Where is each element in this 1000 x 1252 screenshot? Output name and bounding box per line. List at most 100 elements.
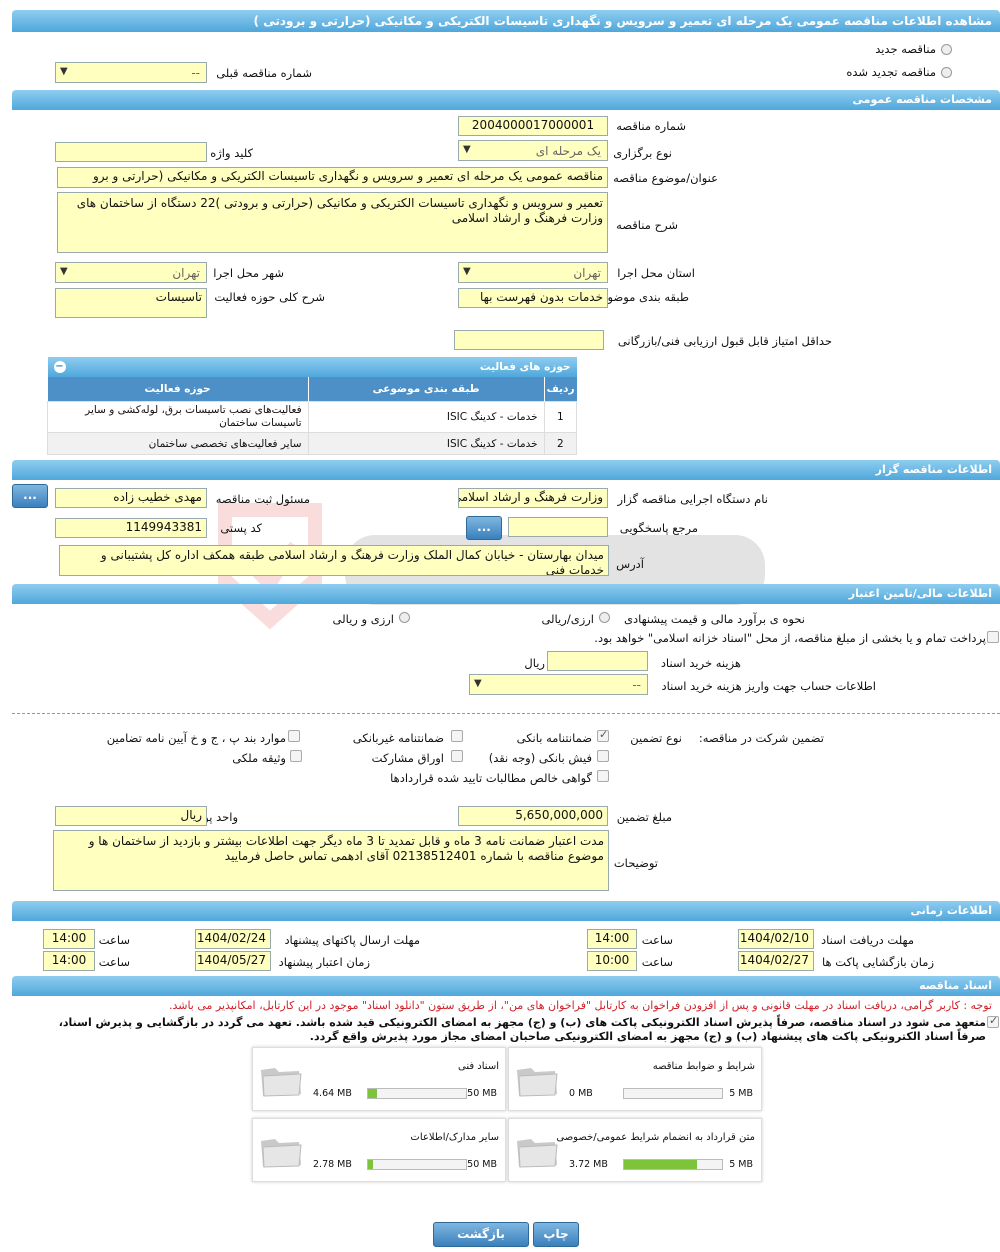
currency-field: ریال xyxy=(55,806,207,826)
send-time: 14:00 xyxy=(43,929,95,949)
treasury-checkbox[interactable] xyxy=(987,631,999,643)
receive-label: مهلت دریافت اسناد xyxy=(821,933,914,947)
province-label: استان محل اجرا xyxy=(617,266,695,280)
document-card[interactable]: متن قرارداد به انضمام شرایط عمومی/خصوصی … xyxy=(508,1118,762,1182)
document-card[interactable]: سایر مدارک/اطلاعات 2.78 MB 50 MB xyxy=(252,1118,506,1182)
city-select[interactable]: تهران ▼ xyxy=(55,262,207,283)
reference-field xyxy=(508,517,608,537)
commitment-text-1: متعهد می شود در اسناد مناقصه، صرفاً پذیر… xyxy=(58,1016,986,1029)
commitment-checkbox[interactable] xyxy=(987,1014,999,1028)
rules-checkbox[interactable] xyxy=(288,730,300,742)
nonbank-guarantee-label: ضمانتنامه غیربانکی xyxy=(352,731,444,745)
description-label: شرح مناقصه xyxy=(616,218,678,232)
property-checkbox[interactable] xyxy=(290,750,302,762)
account-label: اطلاعات حساب جهت واریز هزینه خرید اسناد xyxy=(661,679,876,693)
col-category: طبقه بندی موضوعی xyxy=(307,377,545,402)
folder-icon xyxy=(517,1068,558,1097)
table-row: 2 خدمات - کدینگ ISIC سایر فعالیت‌های تخص… xyxy=(47,432,578,455)
province-select[interactable]: تهران ▼ xyxy=(458,262,608,283)
postal-label: کد پستی xyxy=(220,521,262,535)
document-card[interactable]: اسناد فنی 4.64 MB 50 MB xyxy=(252,1047,506,1111)
reference-more-button[interactable]: ... xyxy=(466,516,502,540)
org-field: وزارت فرهنگ و ارشاد اسلامی xyxy=(458,488,608,508)
document-name: سایر مدارک/اطلاعات xyxy=(410,1132,499,1143)
description-field: تعمیر و سرویس و نگهداری تاسیسات الکتریکی… xyxy=(57,192,608,253)
doc-fee-field xyxy=(547,651,648,671)
row-field: فعالیت‌های نصب تاسیسات برق، لوله‌کشی و س… xyxy=(47,401,309,433)
activity-table: حوزه های فعالیت − ردیف طبقه بندی موضوعی … xyxy=(47,357,578,455)
keyword-field[interactable] xyxy=(55,142,207,162)
print-button[interactable]: چاپ xyxy=(533,1222,579,1247)
document-progress xyxy=(623,1159,723,1170)
subject-label: عنوان/موضوع مناقصه xyxy=(613,171,718,185)
document-max: 50 MB xyxy=(467,1159,497,1170)
org-label: نام دستگاه اجرایی مناقصه گزار xyxy=(617,492,768,506)
postal-field: 1149943381 xyxy=(55,518,207,538)
address-label: آدرس xyxy=(616,557,644,571)
document-progress xyxy=(367,1159,467,1170)
holding-type-select[interactable]: یک مرحله ای ▼ xyxy=(458,140,608,161)
document-size: 3.72 MB xyxy=(569,1159,608,1170)
row-no: 2 xyxy=(543,432,578,455)
cheque-label: فیش بانکی (وجه نقد) xyxy=(488,751,592,765)
new-tender-radio[interactable] xyxy=(941,44,952,55)
validity-date: 1404/05/27 xyxy=(195,951,271,971)
previous-tender-label: شماره مناقصه قبلی xyxy=(216,66,312,80)
back-button[interactable]: بازگشت xyxy=(433,1222,529,1247)
reference-label: مرجع پاسخگویی xyxy=(619,521,698,535)
claims-checkbox[interactable] xyxy=(597,770,609,782)
bonds-label: اوراق مشارکت xyxy=(371,751,444,765)
doc-fee-unit: ریال xyxy=(524,656,545,670)
subject-field: مناقصه عمومی یک مرحله ای تعمیر و سرویس و… xyxy=(57,167,608,188)
open-label: زمان بازگشایی پاکت ها xyxy=(822,955,934,969)
document-size: 0 MB xyxy=(569,1088,593,1099)
bonds-checkbox[interactable] xyxy=(451,750,463,762)
officer-field: مهدی خطیب زاده xyxy=(55,488,207,508)
chevron-down-icon: ▼ xyxy=(474,678,482,689)
section-timing: اطلاعات زمانی xyxy=(12,901,1000,921)
document-max: 5 MB xyxy=(729,1088,753,1099)
col-row: ردیف xyxy=(543,377,577,402)
document-name: اسناد فنی xyxy=(458,1061,499,1072)
open-time: 10:00 xyxy=(587,951,637,971)
keyword-label: کلید واژه xyxy=(210,146,253,160)
renewed-tender-label: مناقصه تجدید شده xyxy=(846,65,936,79)
chevron-down-icon: ▼ xyxy=(463,266,471,277)
fx-rial-radio-label: ارزی و ریالی xyxy=(332,612,394,626)
col-field: حوزه فعالیت xyxy=(144,383,211,395)
validity-label: زمان اعتبار پیشنهاد xyxy=(278,955,370,969)
document-size: 2.78 MB xyxy=(313,1159,352,1170)
collapse-icon[interactable]: − xyxy=(53,361,66,373)
cheque-checkbox[interactable] xyxy=(597,750,609,762)
property-label: وثیقه ملکی xyxy=(232,751,286,765)
guarantee-type-label: نوع تضمین xyxy=(630,731,682,745)
min-score-label: حداقل امتیاز قابل قبول ارزیابی فنی/بازرگ… xyxy=(617,334,832,348)
renewed-tender-radio[interactable] xyxy=(941,67,952,78)
activity-desc-label: شرح کلی حوزه فعالیت xyxy=(214,290,325,304)
officer-more-button[interactable]: ... xyxy=(12,484,48,508)
guarantee-label: تضمین شرکت در مناقصه: xyxy=(698,731,824,745)
rules-label: موارد بند پ ، ج و خ آیین نامه تضامین xyxy=(106,731,286,745)
time-label: ساعت xyxy=(641,933,673,947)
chevron-down-icon: ▼ xyxy=(60,66,68,77)
activity-desc-field: تاسیسات xyxy=(55,288,207,318)
row-category: خدمات - کدینگ ISIC xyxy=(307,401,545,433)
previous-tender-select[interactable]: -- ▼ xyxy=(55,62,207,83)
time-label: ساعت xyxy=(641,955,673,969)
rial-radio-label: ارزی/ریالی xyxy=(541,612,594,626)
folder-icon xyxy=(261,1139,302,1168)
page-title: مشاهده اطلاعات مناقصه عمومی یک مرحله ای … xyxy=(12,10,1000,32)
send-label: مهلت ارسال پاکتهای پیشنهاد xyxy=(284,933,420,947)
treasury-text: پرداخت تمام و یا بخشی از مبلغ مناقصه، از… xyxy=(594,631,986,645)
nonbank-guarantee-checkbox[interactable] xyxy=(451,730,463,742)
amount-field: 5,650,000,000 xyxy=(458,806,608,826)
documents-notice: توجه : کاربر گرامی، دریافت اسناد در مهلت… xyxy=(168,999,992,1012)
chevron-down-icon: ▼ xyxy=(60,266,68,277)
account-select[interactable]: -- ▼ xyxy=(469,674,648,695)
rial-radio[interactable] xyxy=(599,612,610,623)
row-no: 1 xyxy=(543,401,578,433)
document-card[interactable]: شرایط و ضوابط مناقصه 0 MB 5 MB xyxy=(508,1047,762,1111)
bank-guarantee-checkbox[interactable] xyxy=(597,728,609,742)
fx-rial-radio[interactable] xyxy=(399,612,410,623)
folder-icon xyxy=(517,1139,558,1168)
